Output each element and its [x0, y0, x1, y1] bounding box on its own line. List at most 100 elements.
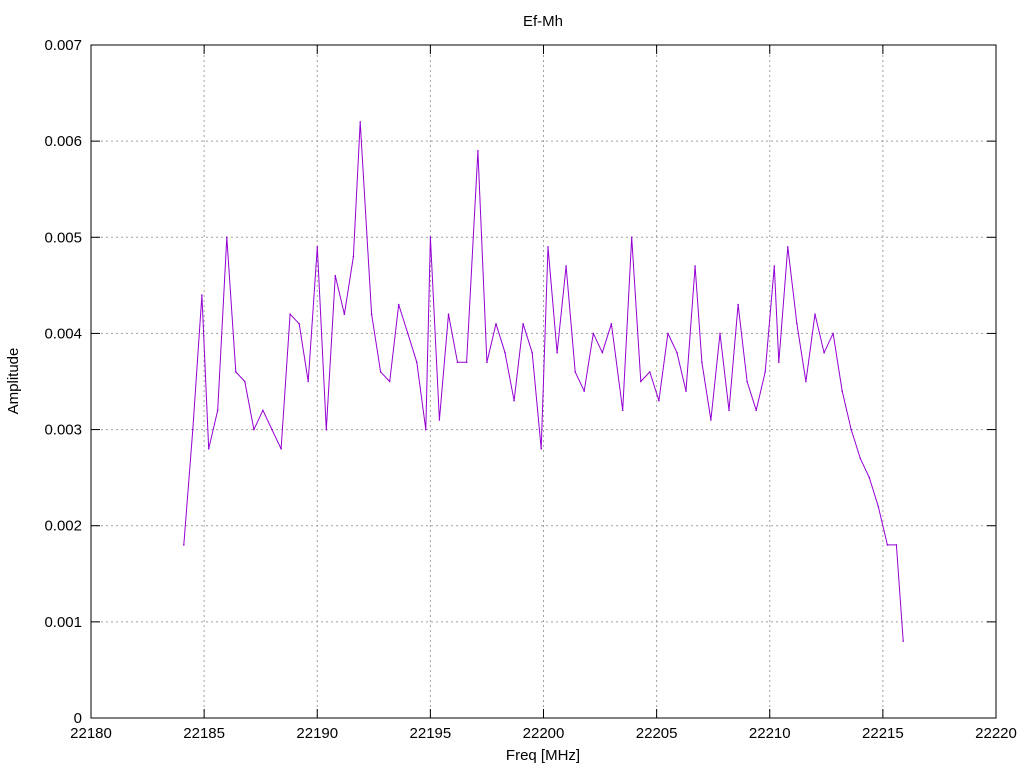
data-point	[805, 380, 807, 383]
data-point	[649, 371, 651, 373]
data-point	[216, 409, 219, 412]
data-point	[359, 121, 362, 123]
data-point	[438, 419, 441, 421]
data-point	[504, 351, 506, 354]
data-point	[755, 409, 757, 412]
data-point	[540, 448, 542, 450]
data-point	[701, 361, 703, 364]
x-tick-label: 22200	[523, 725, 565, 742]
data-point	[685, 390, 687, 392]
y-tick-label: 0.003	[44, 422, 82, 439]
data-point	[397, 303, 400, 306]
data-point	[183, 544, 185, 546]
data-point	[565, 265, 567, 267]
data-point	[640, 380, 642, 383]
data-point	[407, 332, 409, 335]
x-tick-label: 22215	[862, 725, 904, 742]
data-point	[388, 380, 391, 383]
data-point	[425, 428, 427, 431]
y-axis-label: Amplitude	[5, 348, 22, 415]
data-point	[486, 361, 488, 364]
data-point	[316, 246, 319, 248]
y-tick-label: 0.006	[44, 133, 82, 150]
data-point	[728, 409, 730, 412]
data-point	[773, 265, 776, 267]
data-point	[737, 303, 739, 306]
x-tick-label: 22210	[749, 725, 791, 742]
data-point	[694, 265, 696, 267]
data-point	[621, 409, 624, 412]
data-point	[289, 313, 291, 316]
data-point	[814, 313, 816, 316]
data-point	[522, 323, 524, 325]
data-point	[574, 371, 576, 373]
data-point	[547, 246, 549, 248]
data-point	[325, 428, 328, 431]
data-point	[719, 332, 721, 335]
data-point	[886, 544, 889, 546]
x-tick-label: 22180	[70, 725, 112, 742]
data-point	[465, 361, 468, 364]
data-point	[513, 399, 515, 402]
data-point	[531, 351, 533, 354]
data-point	[850, 428, 852, 431]
data-point	[495, 323, 497, 325]
data-point	[456, 361, 459, 364]
y-tick-label: 0.007	[44, 37, 82, 54]
data-point	[416, 361, 418, 364]
data-point	[592, 332, 595, 335]
data-point	[610, 323, 613, 325]
data-point	[235, 371, 237, 373]
data-point	[298, 323, 301, 325]
data-point	[796, 323, 798, 325]
data-point	[379, 371, 382, 373]
data-point	[429, 236, 432, 239]
y-tick-label: 0.004	[44, 325, 82, 342]
data-point	[226, 236, 228, 239]
x-tick-labels: 22180 22185 22190 22195 22200 22205 22210 22215…	[70, 725, 1017, 742]
x-tick-label: 22190	[296, 725, 338, 742]
data-point	[307, 380, 310, 383]
data-point	[667, 332, 669, 335]
data-point	[841, 390, 843, 392]
data-point	[658, 399, 660, 402]
data-point	[477, 150, 479, 152]
data-point	[764, 371, 766, 373]
y-tick-label: 0.001	[44, 614, 82, 631]
y-tick-label: 0	[74, 710, 82, 727]
data-point	[787, 246, 789, 248]
data-point	[902, 640, 904, 642]
data-point	[244, 380, 246, 383]
data-point	[859, 457, 862, 460]
data-point	[630, 236, 633, 239]
data-point	[201, 294, 203, 296]
data-point	[253, 428, 255, 431]
data-point	[676, 351, 678, 354]
data-point	[710, 419, 712, 421]
y-tick-label: 0.005	[44, 229, 82, 246]
x-tick-label: 22220	[975, 725, 1017, 742]
data-point	[832, 332, 834, 335]
chart: 22180 22185 22190 22195 22200 22205 22210 22215…	[0, 0, 1024, 768]
data-point	[370, 313, 373, 316]
data-point	[868, 476, 871, 479]
chart-background	[0, 0, 1024, 768]
data-point	[343, 313, 346, 316]
data-point	[823, 351, 825, 354]
data-point	[601, 351, 604, 354]
x-tick-label: 22185	[183, 725, 225, 742]
data-point	[280, 448, 282, 450]
data-point	[447, 313, 450, 316]
data-point	[877, 505, 880, 508]
x-tick-label: 22195	[410, 725, 452, 742]
data-point	[334, 274, 337, 277]
data-point	[262, 409, 264, 412]
data-point	[352, 255, 355, 258]
data-point	[746, 380, 748, 383]
data-point	[271, 428, 273, 431]
data-point	[895, 544, 898, 546]
data-point	[778, 361, 780, 364]
data-point	[207, 448, 210, 450]
y-tick-label: 0.002	[44, 518, 82, 535]
chart-title: Ef-Mh	[523, 13, 563, 30]
